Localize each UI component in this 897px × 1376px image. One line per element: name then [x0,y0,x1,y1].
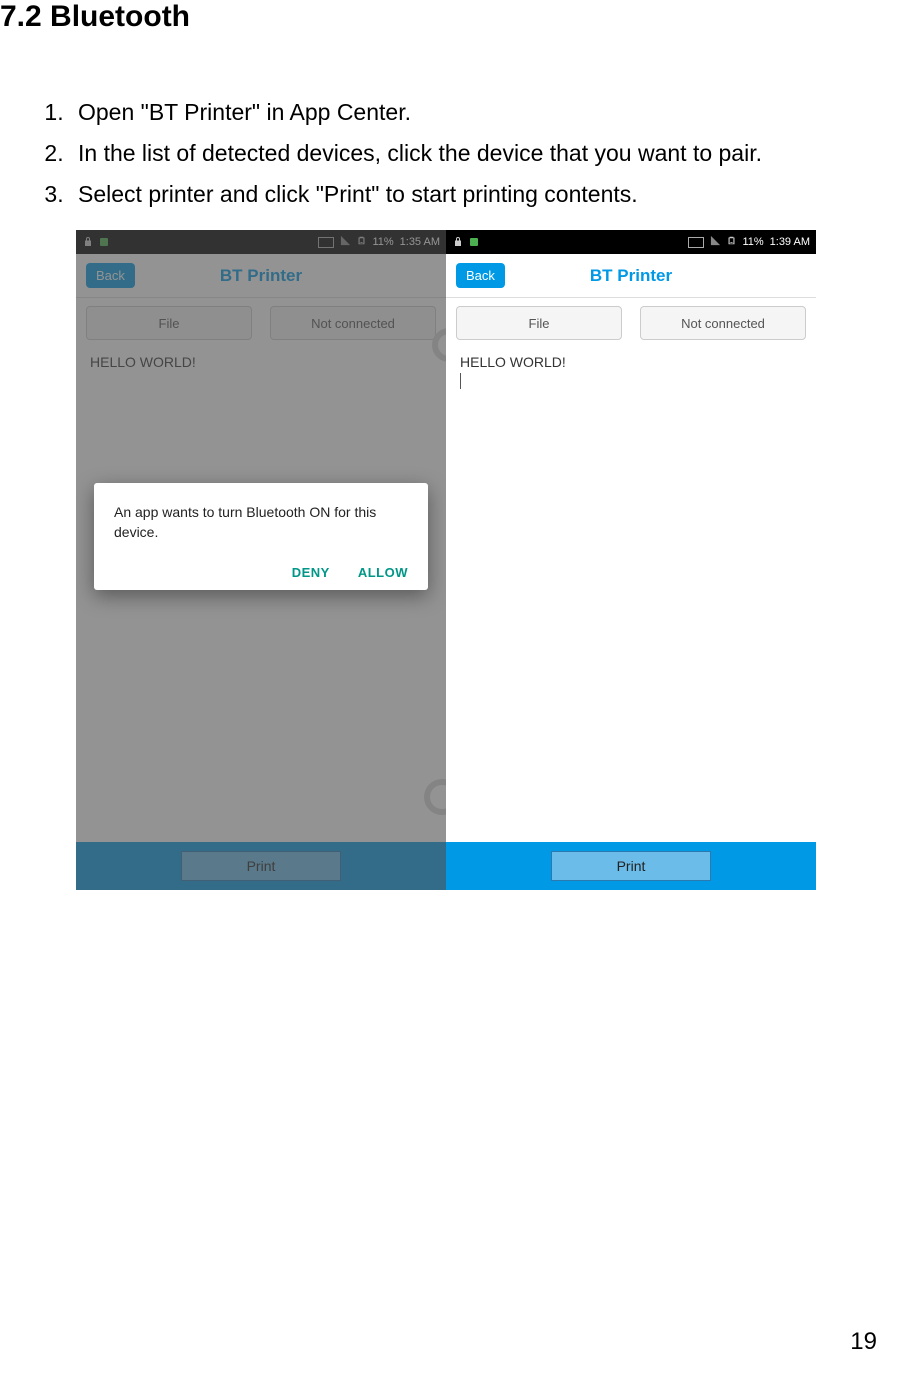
content-text: HELLO WORLD! [460,354,566,370]
battery-percent: 11% [742,236,763,248]
text-cursor [460,373,461,389]
page-number: 19 [850,1328,877,1356]
connection-button[interactable]: Not connected [640,306,806,340]
status-bar: 11% 1:39 AM [446,230,816,254]
bluetooth-permission-dialog: An app wants to turn Bluetooth ON for th… [94,483,428,589]
allow-button[interactable]: ALLOW [358,565,408,580]
signal-icon [710,235,721,249]
print-button[interactable]: Print [551,851,711,881]
file-button[interactable]: File [456,306,622,340]
dialog-actions: DENY ALLOW [114,565,408,580]
instruction-item-2: In the list of detected devices, click t… [70,135,897,172]
button-row: File Not connected [446,298,816,348]
app-header: Back BT Printer [446,254,816,298]
print-footer: Print [446,842,816,890]
screenshots-container: 11% 1:35 AM Back BT Printer File Not con… [76,230,816,890]
section-heading: 7.2 Bluetooth [0,0,897,34]
app-title: BT Printer [590,266,672,286]
text-content-area[interactable]: HELLO WORLD! [446,348,816,858]
status-time: 1:39 AM [770,236,810,248]
instructions-block: Open "BT Printer" in App Center. In the … [0,94,897,212]
lock-icon [452,236,464,248]
instruction-item-3: Select printer and click "Print" to star… [70,176,897,213]
instruction-item-1: Open "BT Printer" in App Center. [70,94,897,131]
app-status-icon [468,236,480,248]
phone-screenshot-2: 11% 1:39 AM Back BT Printer File Not con… [446,230,816,890]
phone-screenshot-1: 11% 1:35 AM Back BT Printer File Not con… [76,230,446,890]
keyboard-icon [688,237,704,248]
back-button[interactable]: Back [456,263,505,288]
dialog-text: An app wants to turn Bluetooth ON for th… [114,503,408,542]
deny-button[interactable]: DENY [292,565,330,580]
battery-icon [727,234,736,250]
